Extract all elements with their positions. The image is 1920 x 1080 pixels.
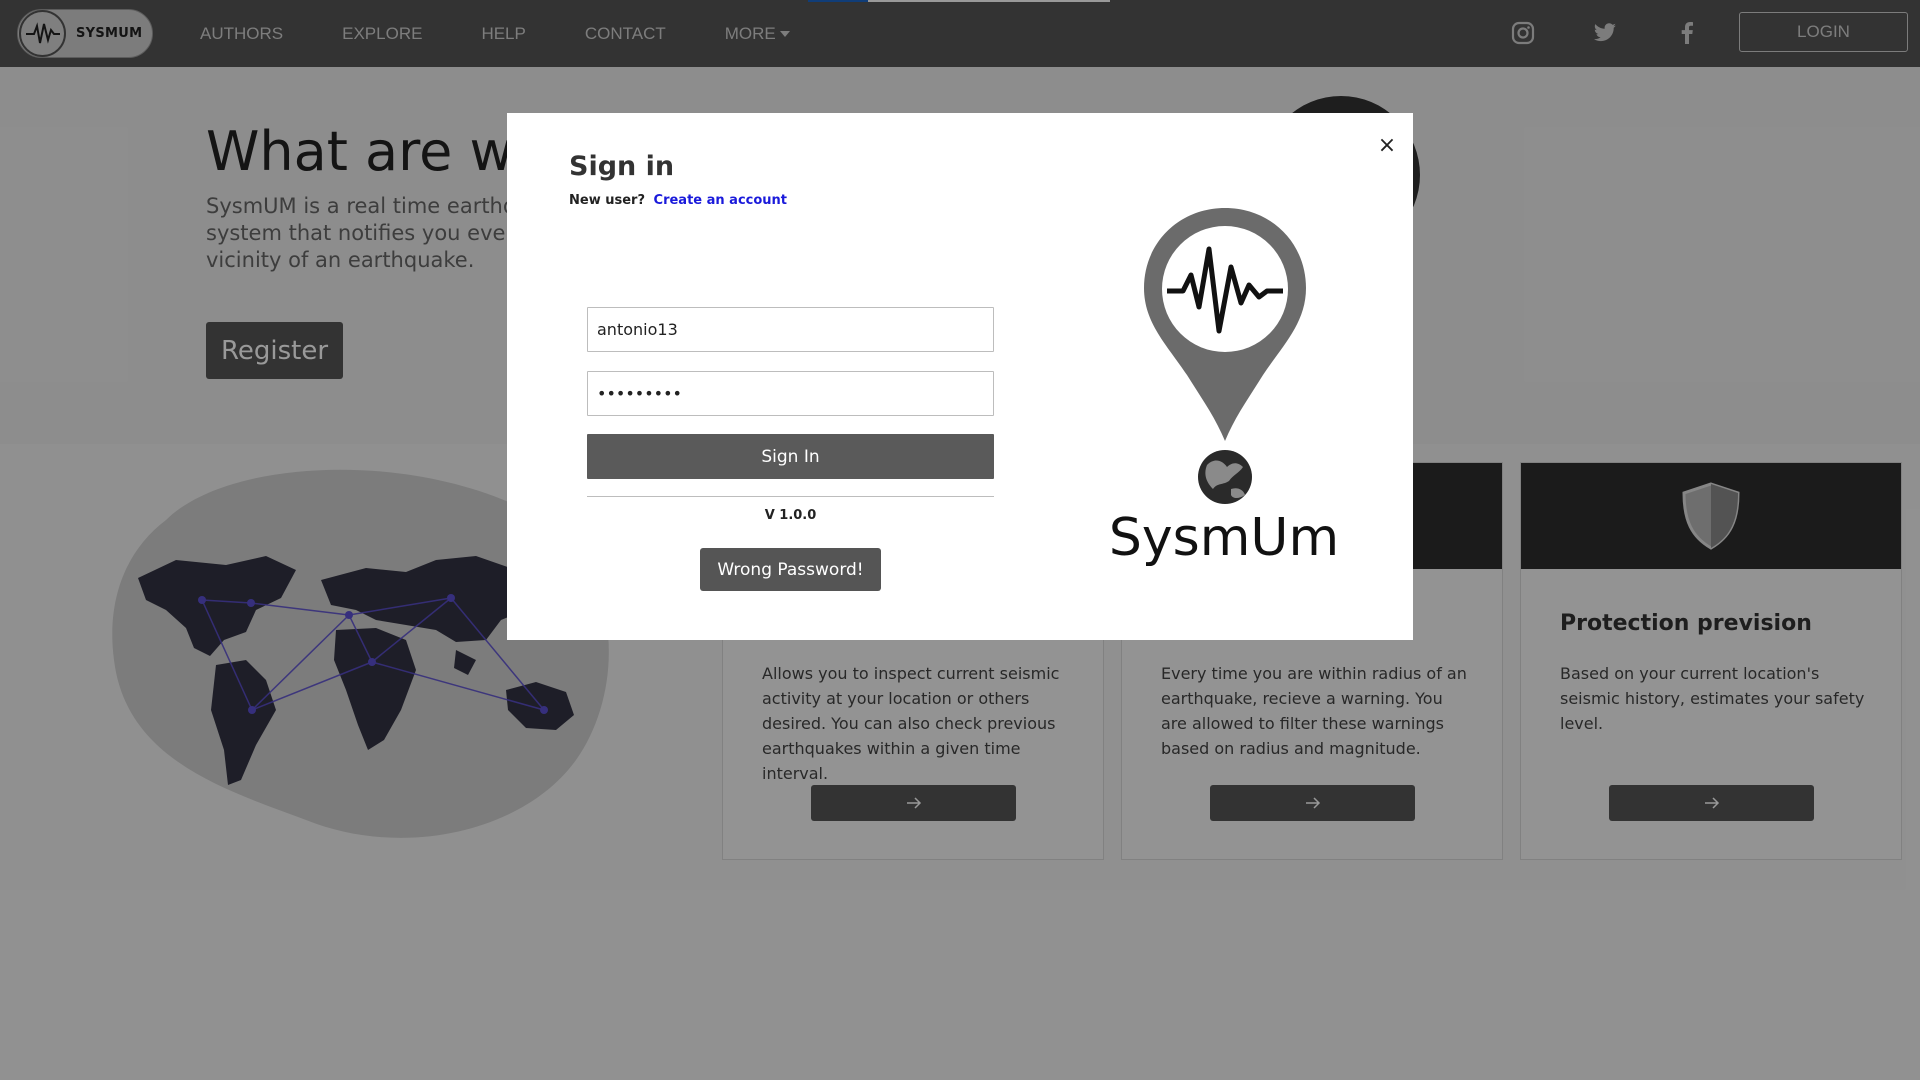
new-user-prompt: New user? Create an account <box>569 193 787 208</box>
create-account-link[interactable]: Create an account <box>654 193 788 208</box>
version-label: V 1.0.0 <box>764 508 817 523</box>
modal-title: Sign in <box>569 151 675 182</box>
wrong-password-alert[interactable]: Wrong Password! <box>700 548 881 591</box>
username-input[interactable] <box>587 307 994 352</box>
new-user-label: New user? <box>569 193 645 208</box>
sign-in-button[interactable]: Sign In <box>587 434 994 479</box>
map-pin-seismic-icon <box>1144 208 1306 504</box>
logo-wordmark: SysmUm <box>1108 508 1340 568</box>
password-input[interactable] <box>587 371 994 416</box>
sign-in-modal: × Sign in New user? Create an account Si… <box>507 113 1413 640</box>
divider <box>587 496 994 497</box>
close-icon[interactable]: × <box>1375 133 1399 158</box>
sysmum-logo <box>1127 205 1323 509</box>
